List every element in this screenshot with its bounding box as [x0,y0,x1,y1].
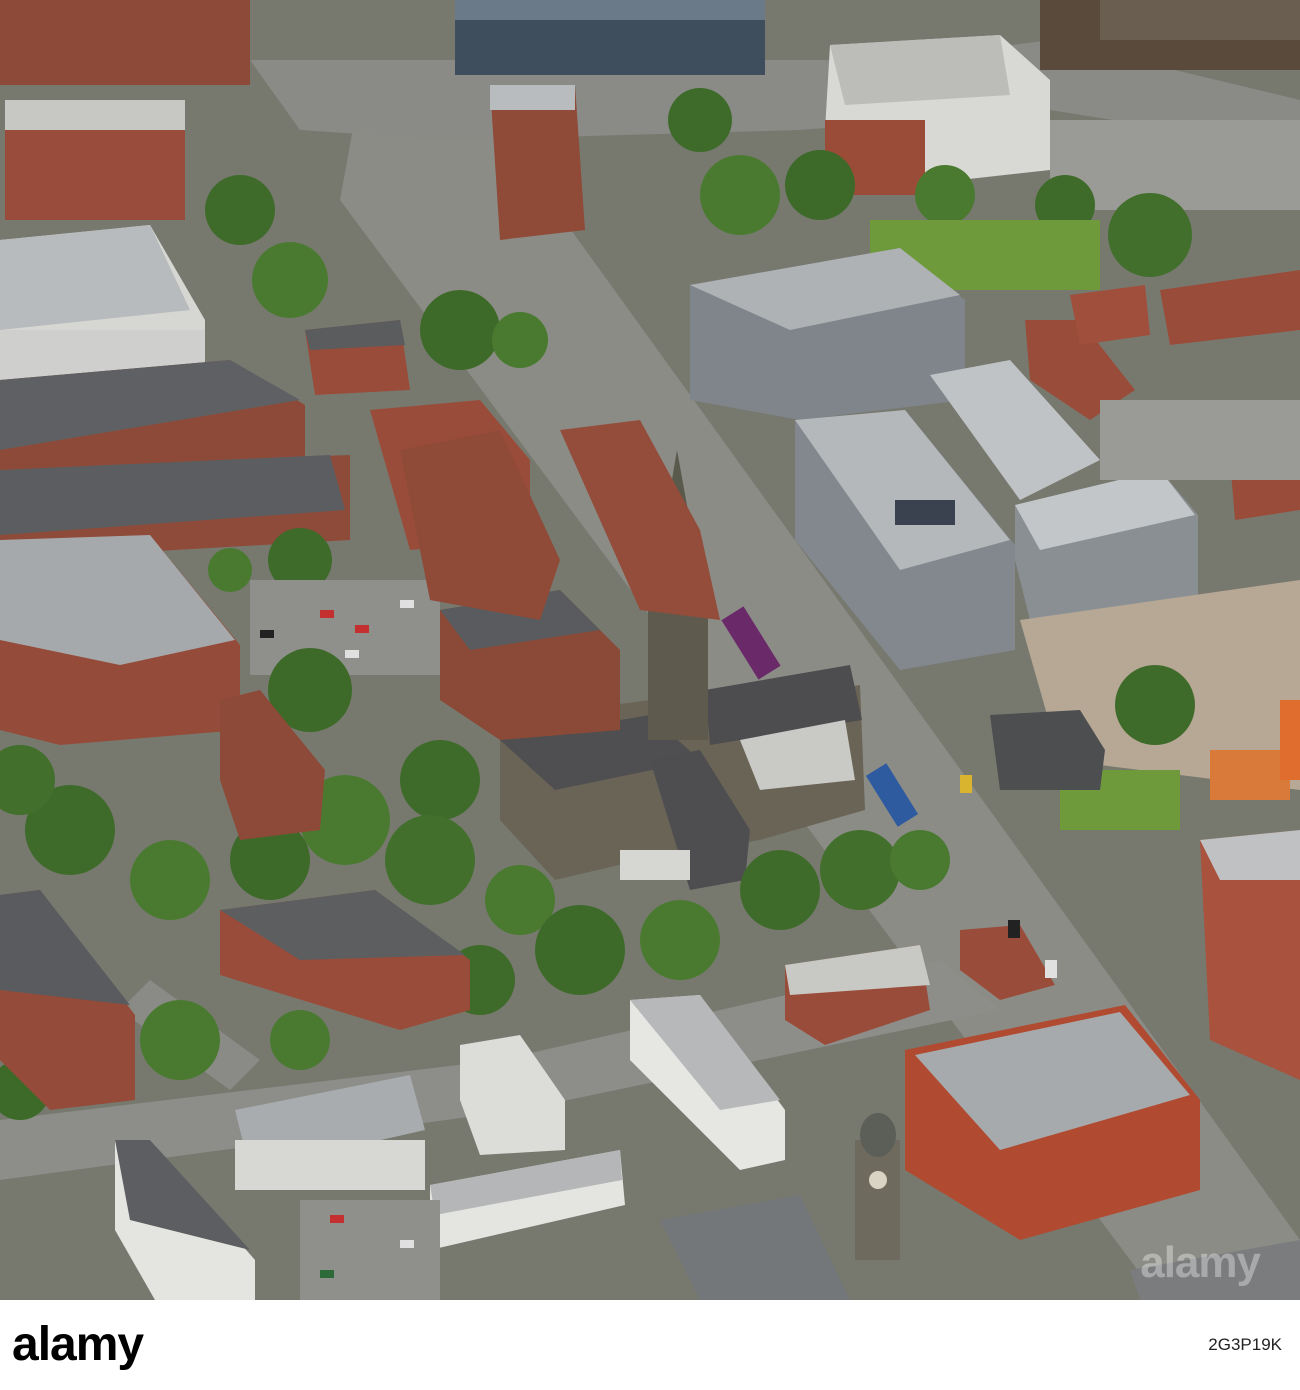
stock-watermark: alamy [1140,1238,1261,1287]
stock-info-bar [0,1300,1300,1390]
stock-logo: alamy [12,1318,144,1371]
clock-tower [855,1140,900,1260]
aerial-photo: alamy [0,0,1300,1300]
stock-image-id: 2G3P19K [1208,1335,1282,1354]
aerial-cityscape [0,0,1300,1300]
